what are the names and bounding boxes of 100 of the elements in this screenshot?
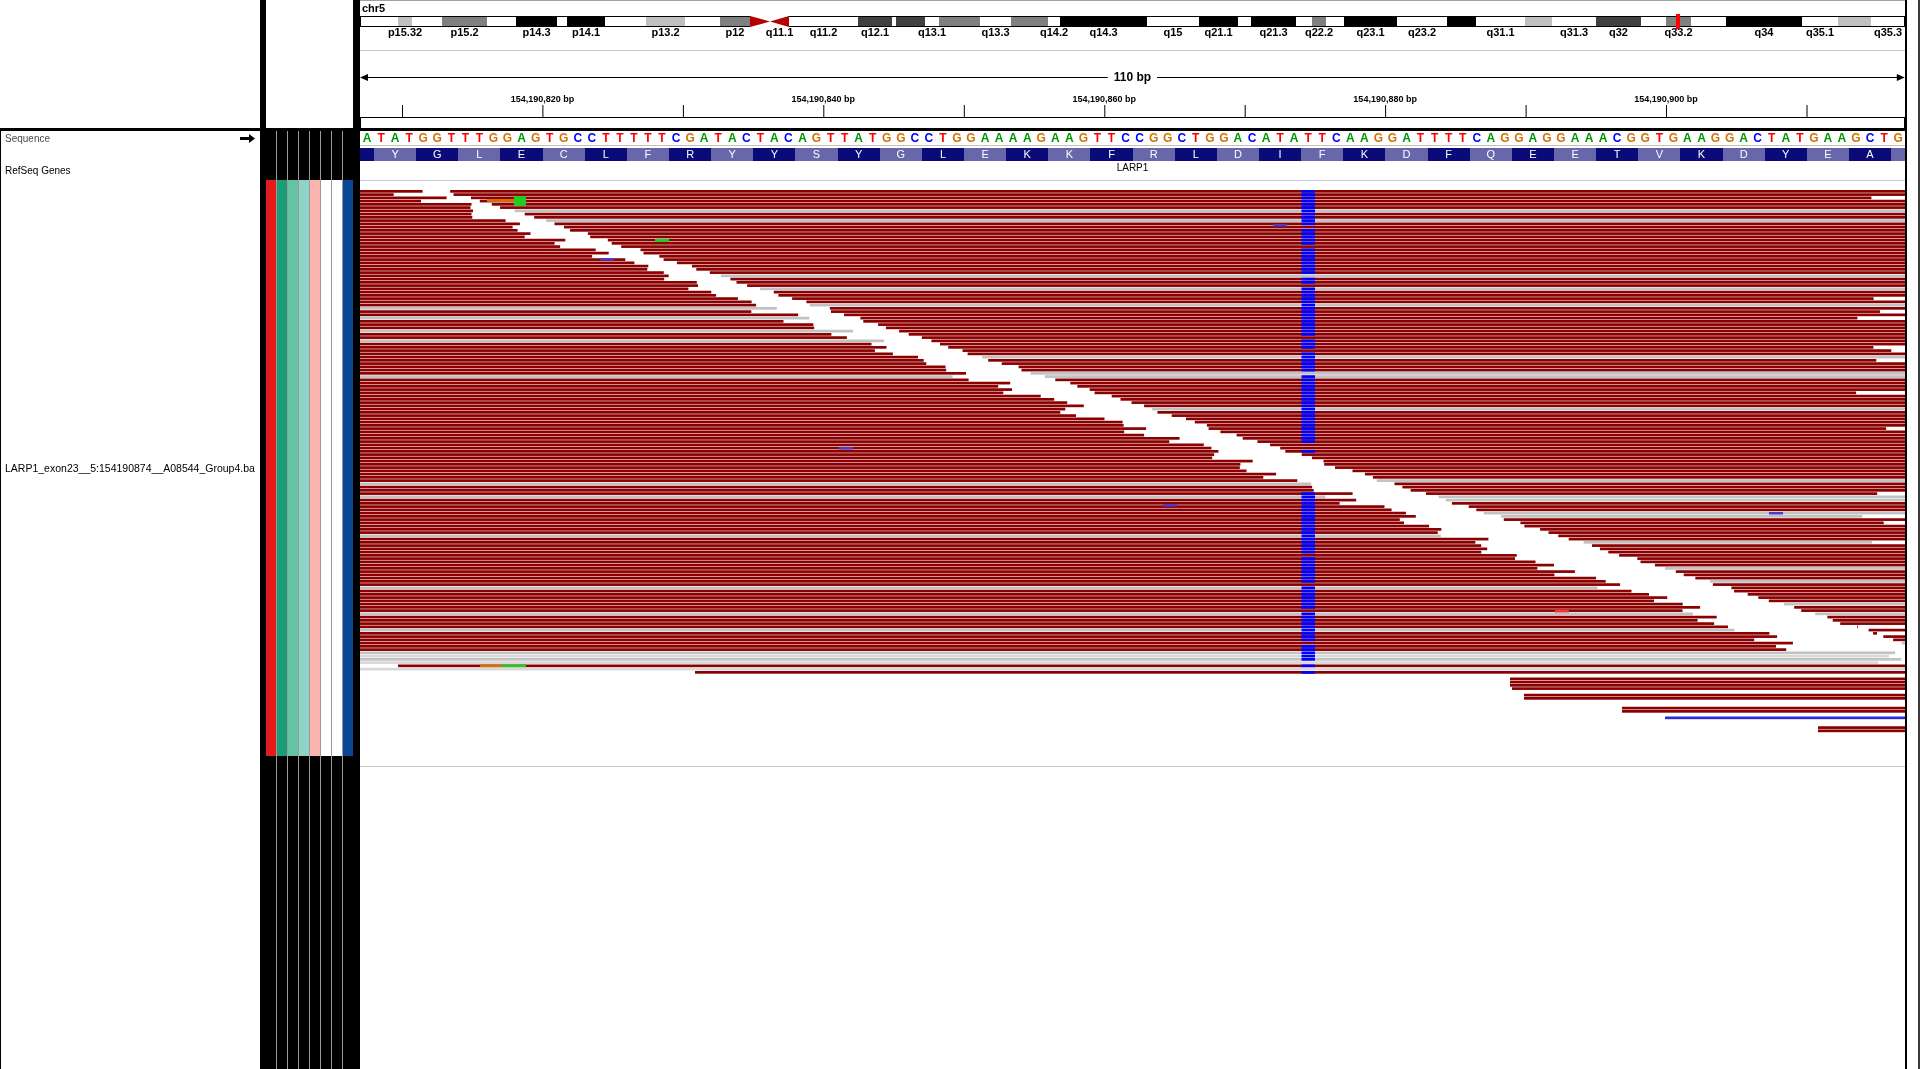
band-label: q23.2 <box>1407 27 1437 38</box>
band-label: q31.3 <box>1559 27 1589 38</box>
band-label: q34 <box>1754 27 1774 38</box>
base-letter: T <box>1317 131 1327 145</box>
base-letter: G <box>1709 131 1722 145</box>
partial-codon <box>1891 148 1906 161</box>
base-letter: T <box>1429 131 1440 145</box>
amino-acid-cell: L <box>458 148 501 161</box>
band-label: p15.2 <box>450 27 479 38</box>
base-letter: T <box>1415 131 1426 145</box>
band-label: p13.2 <box>651 27 680 38</box>
base-letter: A <box>1738 131 1749 145</box>
band-label: q32 <box>1609 27 1628 38</box>
ruler-tick-label: 154,190,900 bp <box>1634 94 1698 104</box>
amino-acid-cell: Y <box>753 148 796 161</box>
arrow-right-icon[interactable] <box>240 134 255 143</box>
amino-acid-cell: D <box>1722 148 1765 161</box>
band-label: q35.3 <box>1873 27 1903 38</box>
base-letter: G <box>881 131 893 145</box>
base-letter: C <box>740 131 752 145</box>
base-letter: T <box>643 131 653 145</box>
base-letter: A <box>1288 131 1300 145</box>
amino-acid-cell: S <box>795 148 838 161</box>
base-letter: T <box>1654 131 1664 145</box>
amino-acid-cell: E <box>1806 148 1849 161</box>
amino-acid-cell: K <box>1343 148 1386 161</box>
ruler-tick-label: 154,190,820 bp <box>510 94 575 104</box>
base-letter: T <box>629 131 639 145</box>
amino-acid-cell: F <box>1301 148 1344 161</box>
base-letter: G <box>501 131 514 145</box>
band-label: q13.3 <box>981 27 1010 38</box>
base-letter: G <box>1625 131 1637 145</box>
base-letter: A <box>1822 131 1834 145</box>
base-letter: G <box>1204 131 1216 145</box>
base-letter: A <box>1359 131 1370 145</box>
base-letter: G <box>951 131 963 145</box>
band-label: q21.1 <box>1204 27 1233 38</box>
partial-codon <box>360 148 375 161</box>
base-letter: A <box>1569 131 1581 145</box>
base-letter: A <box>979 131 991 145</box>
base-letter: A <box>1836 131 1848 145</box>
band-label: q14.3 <box>1089 27 1118 38</box>
base-letter: G <box>1892 131 1904 145</box>
base-letter: T <box>1303 131 1313 145</box>
base-letter: C <box>909 131 921 145</box>
base-letter: C <box>1864 131 1876 145</box>
gene-label: LARP1 <box>1116 163 1149 173</box>
base-letter: A <box>1064 131 1075 145</box>
base-letter: T <box>755 131 765 145</box>
band-label: q12.1 <box>860 27 890 38</box>
base-letter: T <box>657 131 667 145</box>
base-letter: G <box>529 131 542 145</box>
base-letter: C <box>1611 131 1623 145</box>
amino-acid-cell: D <box>1216 148 1259 161</box>
base-letter: G <box>895 131 907 145</box>
base-letter: T <box>1443 131 1454 145</box>
amino-acid-cell: V <box>1638 148 1681 161</box>
base-letter: G <box>684 131 696 145</box>
base-letter: C <box>1120 131 1131 145</box>
base-letter: T <box>1767 131 1777 145</box>
base-letter: A <box>1050 131 1061 145</box>
track-name[interactable]: Sequence <box>5 132 51 145</box>
track-name[interactable]: LARP1_exon23__5:154190874__A08544_Group4.ba <box>5 462 255 474</box>
amino-acid-cell: Y <box>374 148 417 161</box>
base-letter: A <box>1232 131 1244 145</box>
base-letter: T <box>1275 131 1285 145</box>
base-letter: T <box>1458 131 1468 145</box>
base-letter: G <box>1850 131 1862 145</box>
amino-acid-cell: G <box>416 148 459 161</box>
amino-acid-cell: Y <box>1764 148 1807 161</box>
band-label: p15.32 <box>387 27 423 38</box>
band-label: p12 <box>725 27 745 38</box>
base-letter: A <box>1007 131 1019 145</box>
base-letter: T <box>1795 131 1805 145</box>
base-letter: G <box>1035 131 1047 145</box>
amino-acid-cell: Y <box>711 148 754 161</box>
base-letter: C <box>1330 131 1342 145</box>
amino-acid-cell: T <box>1596 148 1639 161</box>
base-letter: A <box>769 131 780 145</box>
base-letter: C <box>1246 131 1258 145</box>
base-letter: G <box>1162 131 1174 145</box>
amino-acid-cell: K <box>1680 148 1723 161</box>
base-letter: A <box>1583 131 1595 145</box>
base-letter: T <box>1106 131 1117 145</box>
base-letter: C <box>783 131 794 145</box>
base-letter: A <box>1597 131 1609 145</box>
base-letter: G <box>1723 131 1736 145</box>
amino-acid-cell: E <box>964 148 1007 161</box>
base-letter: A <box>361 131 373 145</box>
base-letter: A <box>1682 131 1693 145</box>
base-letter: C <box>1471 131 1483 145</box>
base-letter: T <box>404 131 414 145</box>
base-letter: A <box>1401 131 1412 145</box>
base-letter: T <box>1092 131 1103 145</box>
amino-acid-cell: F <box>1427 148 1470 161</box>
ruler-tick-label: 154,190,880 bp <box>1353 94 1417 104</box>
track-name[interactable]: RefSeq Genes <box>5 165 71 177</box>
base-letter: G <box>417 131 429 145</box>
band-label: q13.1 <box>917 27 947 38</box>
band-label: q11.1 <box>765 27 794 38</box>
